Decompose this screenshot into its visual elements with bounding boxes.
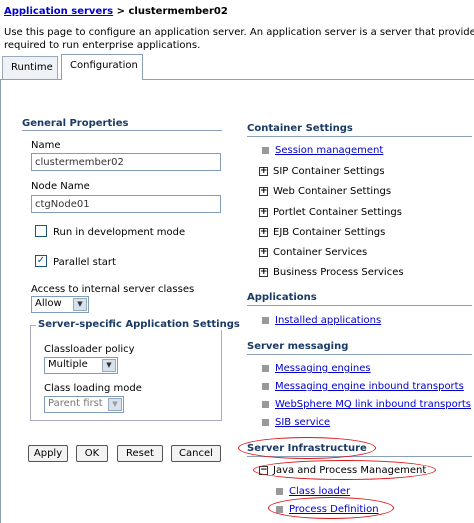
- bullet-icon: [262, 317, 269, 324]
- sip-container-settings-item[interactable]: SIP Container Settings: [273, 166, 385, 177]
- description-line-2: required to run enterprise applications.: [4, 40, 201, 51]
- server-messaging-divider: [247, 354, 472, 355]
- class-loader-link[interactable]: Class loader: [289, 486, 350, 497]
- highlight-oval: [253, 460, 436, 480]
- session-management-link[interactable]: Session management: [275, 145, 383, 156]
- bullet-icon: [262, 383, 269, 390]
- class-loading-mode-value: Parent first: [48, 398, 103, 409]
- bullet-icon: [262, 401, 269, 408]
- websphere-mq-link-inbound-transports-link[interactable]: WebSphere MQ link inbound transports: [275, 399, 471, 410]
- installed-applications-link[interactable]: Installed applications: [275, 315, 381, 326]
- tab-configuration[interactable]: Configuration: [61, 54, 143, 80]
- messaging-engine-inbound-transports-link[interactable]: Messaging engine inbound transports: [275, 381, 464, 392]
- ejb-container-settings-item[interactable]: EJB Container Settings: [273, 227, 385, 238]
- bullet-icon: [262, 147, 269, 154]
- expand-icon[interactable]: +: [259, 228, 268, 237]
- development-mode-checkbox[interactable]: [35, 225, 47, 237]
- business-process-services-item[interactable]: Business Process Services: [273, 267, 404, 278]
- applications-divider: [247, 305, 472, 306]
- name-field[interactable]: [31, 153, 221, 171]
- server-messaging-title: Server messaging: [247, 341, 349, 352]
- tab-divider-gap: [62, 79, 142, 80]
- general-properties-title: General Properties: [22, 118, 129, 129]
- web-container-settings-item[interactable]: Web Container Settings: [273, 186, 391, 197]
- chevron-down-icon: ▼: [73, 298, 87, 311]
- classloader-policy-label: Classloader policy: [44, 344, 135, 355]
- portlet-container-settings-item[interactable]: Portlet Container Settings: [273, 207, 402, 218]
- development-mode-label: Run in development mode: [53, 227, 186, 238]
- breadcrumb-current: clustermember02: [128, 6, 228, 17]
- bullet-icon: [262, 365, 269, 372]
- container-settings-title: Container Settings: [247, 123, 353, 134]
- cancel-button[interactable]: Cancel: [171, 445, 221, 462]
- breadcrumb-separator: >: [113, 6, 129, 17]
- name-label: Name: [31, 140, 61, 151]
- reset-button[interactable]: Reset: [117, 445, 163, 462]
- page-description: Use this page to configure an applicatio…: [4, 26, 474, 52]
- expand-icon[interactable]: +: [259, 167, 268, 176]
- expand-icon[interactable]: +: [259, 268, 268, 277]
- classloader-policy-value: Multiple: [48, 359, 88, 370]
- classloader-policy-select[interactable]: Multiple ▼: [44, 357, 118, 374]
- sib-service-link[interactable]: SIB service: [275, 417, 330, 428]
- class-loading-mode-label: Class loading mode: [44, 383, 142, 394]
- ok-button[interactable]: OK: [76, 445, 108, 462]
- parallel-start-checkbox[interactable]: ✓: [35, 255, 47, 267]
- breadcrumb-parent-link[interactable]: Application servers: [4, 6, 113, 17]
- container-services-item[interactable]: Container Services: [273, 247, 367, 258]
- class-loading-mode-select: Parent first ▼: [44, 396, 124, 413]
- tab-runtime[interactable]: Runtime: [2, 56, 58, 80]
- applications-title: Applications: [247, 292, 317, 303]
- container-settings-divider: [247, 136, 472, 137]
- general-properties-divider: [22, 130, 222, 131]
- expand-icon[interactable]: +: [259, 187, 268, 196]
- access-internal-classes-select[interactable]: Allow ▼: [31, 296, 89, 313]
- highlight-oval: [268, 497, 394, 519]
- bullet-icon: [262, 419, 269, 426]
- node-name-label: Node Name: [31, 181, 90, 192]
- access-internal-classes-label: Access to internal server classes: [31, 284, 195, 295]
- access-internal-classes-value: Allow: [35, 298, 62, 309]
- expand-icon[interactable]: +: [259, 208, 268, 217]
- description-line-1: Use this page to configure an applicatio…: [4, 27, 474, 38]
- content-border: [0, 80, 1, 523]
- chevron-down-icon: ▼: [102, 359, 116, 372]
- messaging-engines-link[interactable]: Messaging engines: [275, 363, 371, 374]
- expand-icon[interactable]: +: [259, 248, 268, 257]
- apply-button[interactable]: Apply: [28, 445, 68, 462]
- node-name-field[interactable]: [31, 195, 221, 213]
- server-specific-settings-legend: Server-specific Application Settings: [36, 319, 242, 330]
- parallel-start-label: Parallel start: [53, 257, 116, 268]
- chevron-down-icon: ▼: [108, 398, 122, 411]
- breadcrumb: Application servers > clustermember02: [4, 6, 228, 17]
- highlight-oval: [238, 437, 376, 459]
- bullet-icon: [276, 488, 283, 495]
